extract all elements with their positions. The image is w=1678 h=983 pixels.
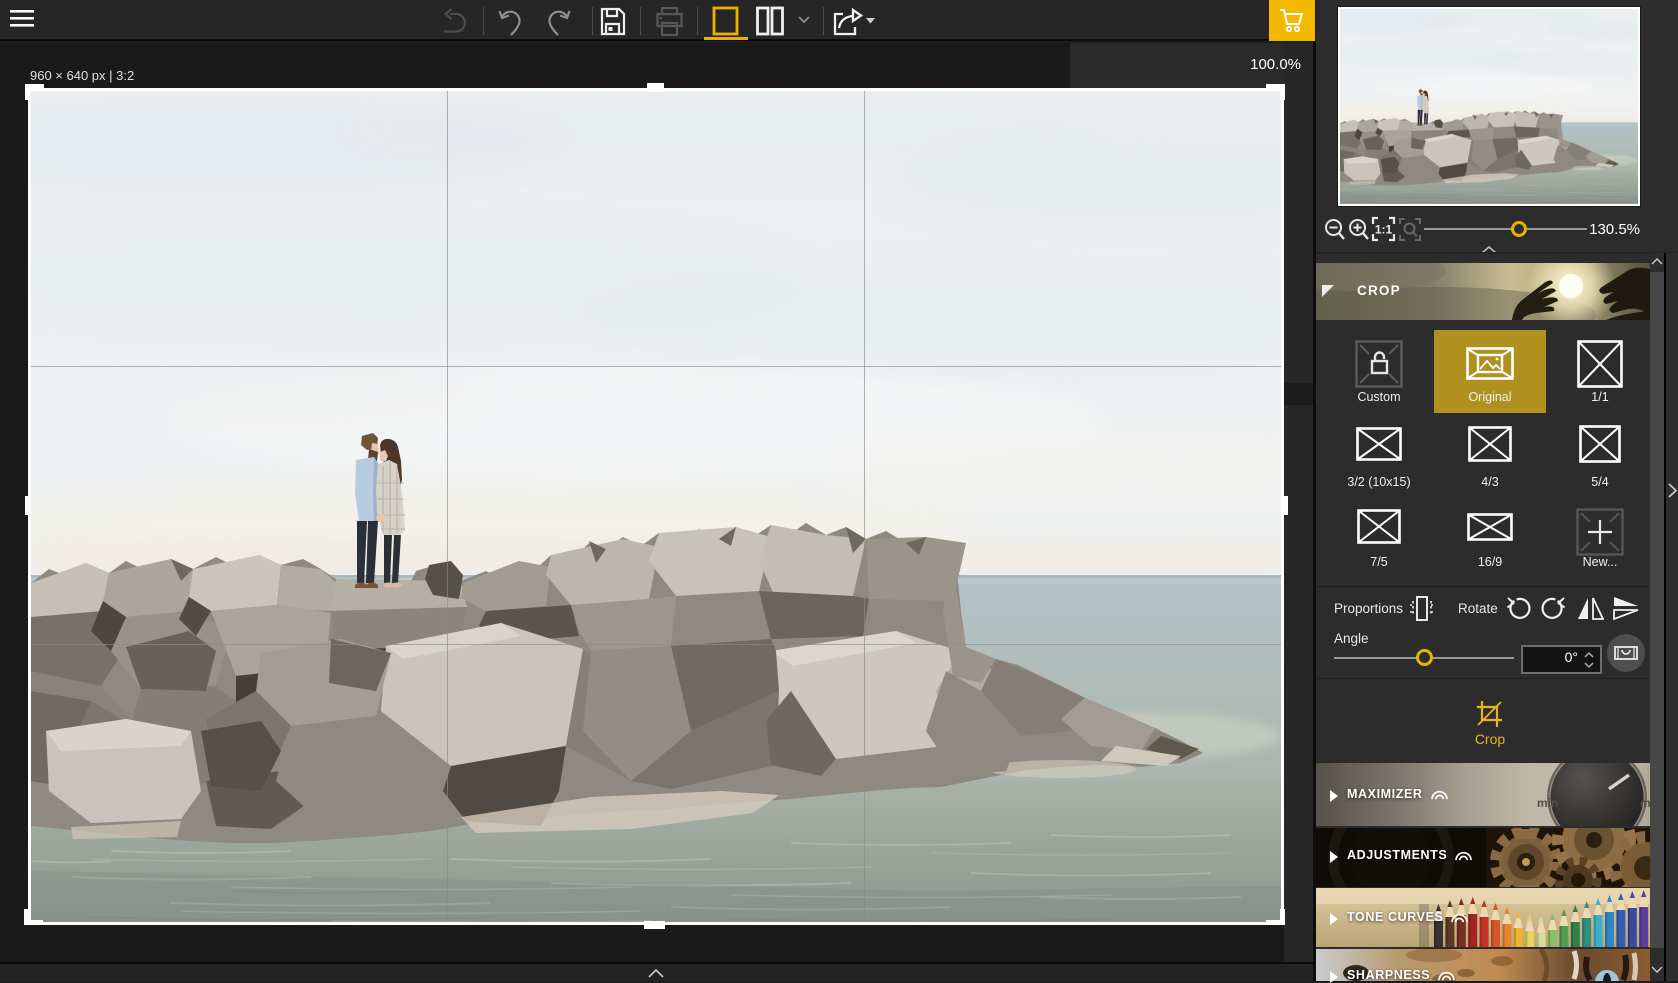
svg-text:min: min bbox=[1537, 796, 1558, 810]
svg-text:1:1: 1:1 bbox=[1375, 223, 1393, 237]
svg-text:ma: ma bbox=[1640, 796, 1650, 810]
